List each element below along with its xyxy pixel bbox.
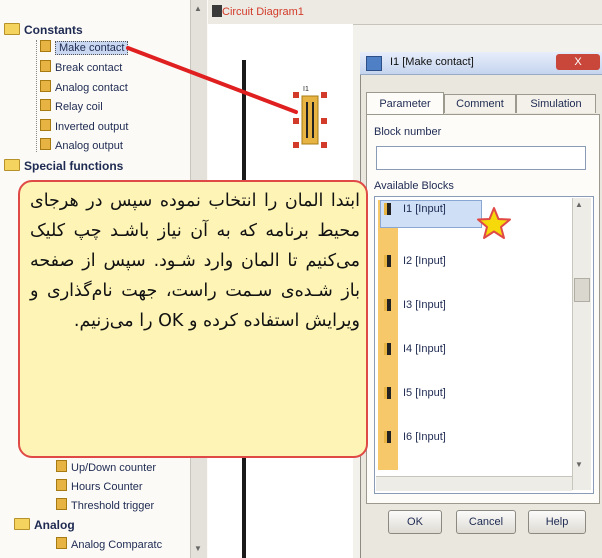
star-icon (477, 207, 511, 239)
instruction-text: ابتدا المان را انتخاب نموده سپس در هرجای… (30, 191, 360, 331)
